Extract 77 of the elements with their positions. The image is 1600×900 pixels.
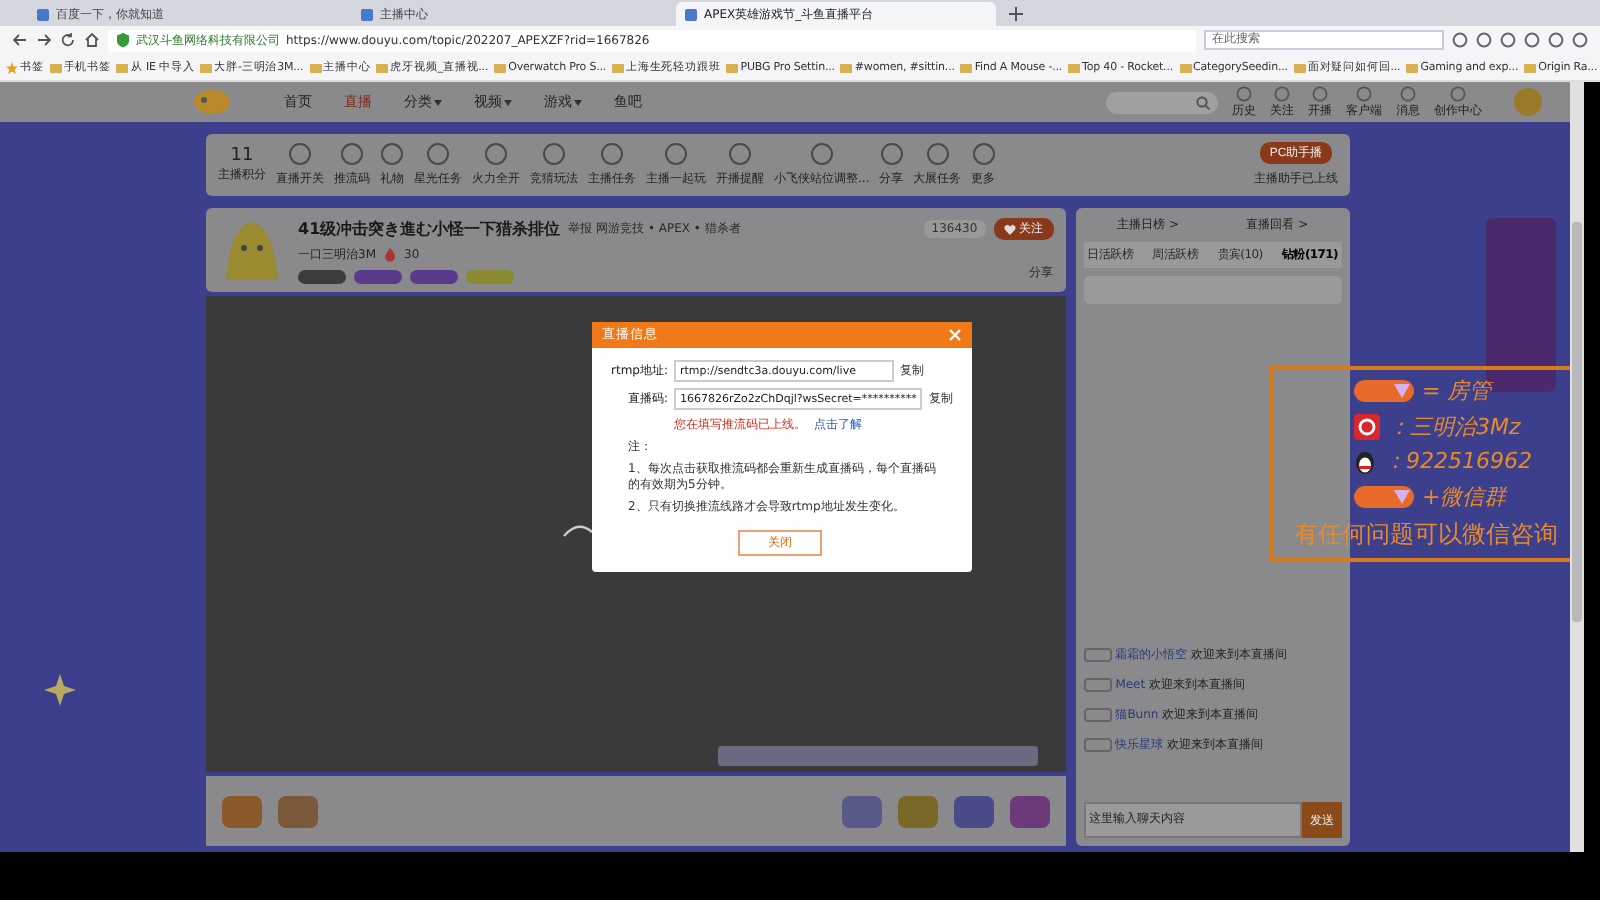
plus-icon[interactable] [1008, 6, 1024, 22]
circle-icon [1400, 85, 1416, 101]
level-badge [1083, 738, 1112, 752]
close-icon[interactable] [948, 328, 962, 342]
folder-icon [1293, 61, 1306, 73]
heart-icon [1003, 223, 1016, 235]
circle-icon [879, 142, 904, 166]
circle-icon [288, 142, 312, 166]
badge-icon [1354, 380, 1414, 403]
folder-icon [376, 61, 389, 73]
flame-icon [384, 247, 396, 261]
fish-logo-icon [192, 88, 232, 116]
circle-icon [426, 142, 450, 166]
shield-icon [116, 32, 130, 48]
overlay-text: ：922516962 [1384, 446, 1532, 477]
folder-icon [726, 61, 739, 73]
folder-icon [200, 61, 213, 73]
circle-icon [600, 142, 624, 166]
folder-icon [612, 61, 625, 73]
badge-icon [1354, 486, 1414, 509]
overlay-text: = 房管 [1422, 376, 1492, 407]
circle-icon [484, 142, 508, 166]
circle-icon [380, 142, 404, 166]
page-icon [684, 7, 698, 21]
gift-icon[interactable] [953, 795, 994, 827]
circle-icon [1274, 85, 1290, 101]
search-icon [1196, 95, 1210, 109]
circle-icon [728, 142, 752, 166]
page-icon [360, 7, 374, 21]
folder-icon [1179, 61, 1191, 73]
star-icon [6, 61, 18, 73]
circle-icon [340, 142, 364, 166]
folder-icon [49, 61, 62, 73]
overlay-text: ：三明治3Mz [1388, 411, 1521, 442]
folder-icon [1524, 61, 1537, 73]
search-field[interactable] [1106, 91, 1218, 113]
circle-icon [809, 142, 834, 166]
gift-icon[interactable] [1009, 795, 1050, 827]
level-badge [1083, 648, 1112, 662]
page-icon [36, 7, 50, 21]
reload-icon[interactable] [60, 32, 76, 48]
scroll-thumb[interactable] [1572, 222, 1582, 622]
folder-icon [1068, 61, 1081, 73]
score-value: 11 [230, 146, 254, 166]
gift-icon[interactable] [841, 795, 882, 827]
circle-icon [1312, 85, 1328, 101]
circle-icon [664, 142, 688, 166]
level-badge [1083, 708, 1112, 722]
tag-badge[interactable] [410, 269, 458, 283]
folder-icon [116, 61, 129, 73]
penguin-icon [1354, 448, 1376, 475]
star-drawing [44, 674, 76, 706]
overlay-text: 有任何问题可以微信咨询 [1294, 517, 1558, 552]
overlay-text: +微信群 [1422, 482, 1507, 513]
folder-icon [960, 61, 973, 73]
gift-icon[interactable] [222, 795, 262, 827]
tag-badge[interactable] [298, 269, 346, 283]
circle-icon [542, 142, 566, 166]
back-icon[interactable] [12, 32, 28, 48]
tag-badge[interactable] [354, 269, 402, 283]
circle-icon [1236, 85, 1252, 101]
scrollbar[interactable] [1570, 82, 1584, 852]
avatar-icon [1514, 88, 1542, 116]
circle-icon [971, 142, 996, 166]
forward-icon[interactable] [36, 32, 52, 48]
circle-icon [1356, 85, 1372, 101]
home-icon[interactable] [84, 32, 100, 48]
folder-icon [309, 61, 322, 73]
circle-icon [1450, 85, 1466, 101]
folder-icon [1406, 61, 1419, 73]
folder-icon [840, 61, 853, 73]
room-title: 41级冲击突き進む小怪一下猎杀排位 [298, 217, 561, 239]
level-badge [1083, 678, 1112, 692]
folder-icon [494, 61, 507, 73]
circle-icon [925, 142, 950, 166]
gift-icon[interactable] [278, 795, 318, 827]
gift-icon[interactable] [897, 795, 938, 827]
